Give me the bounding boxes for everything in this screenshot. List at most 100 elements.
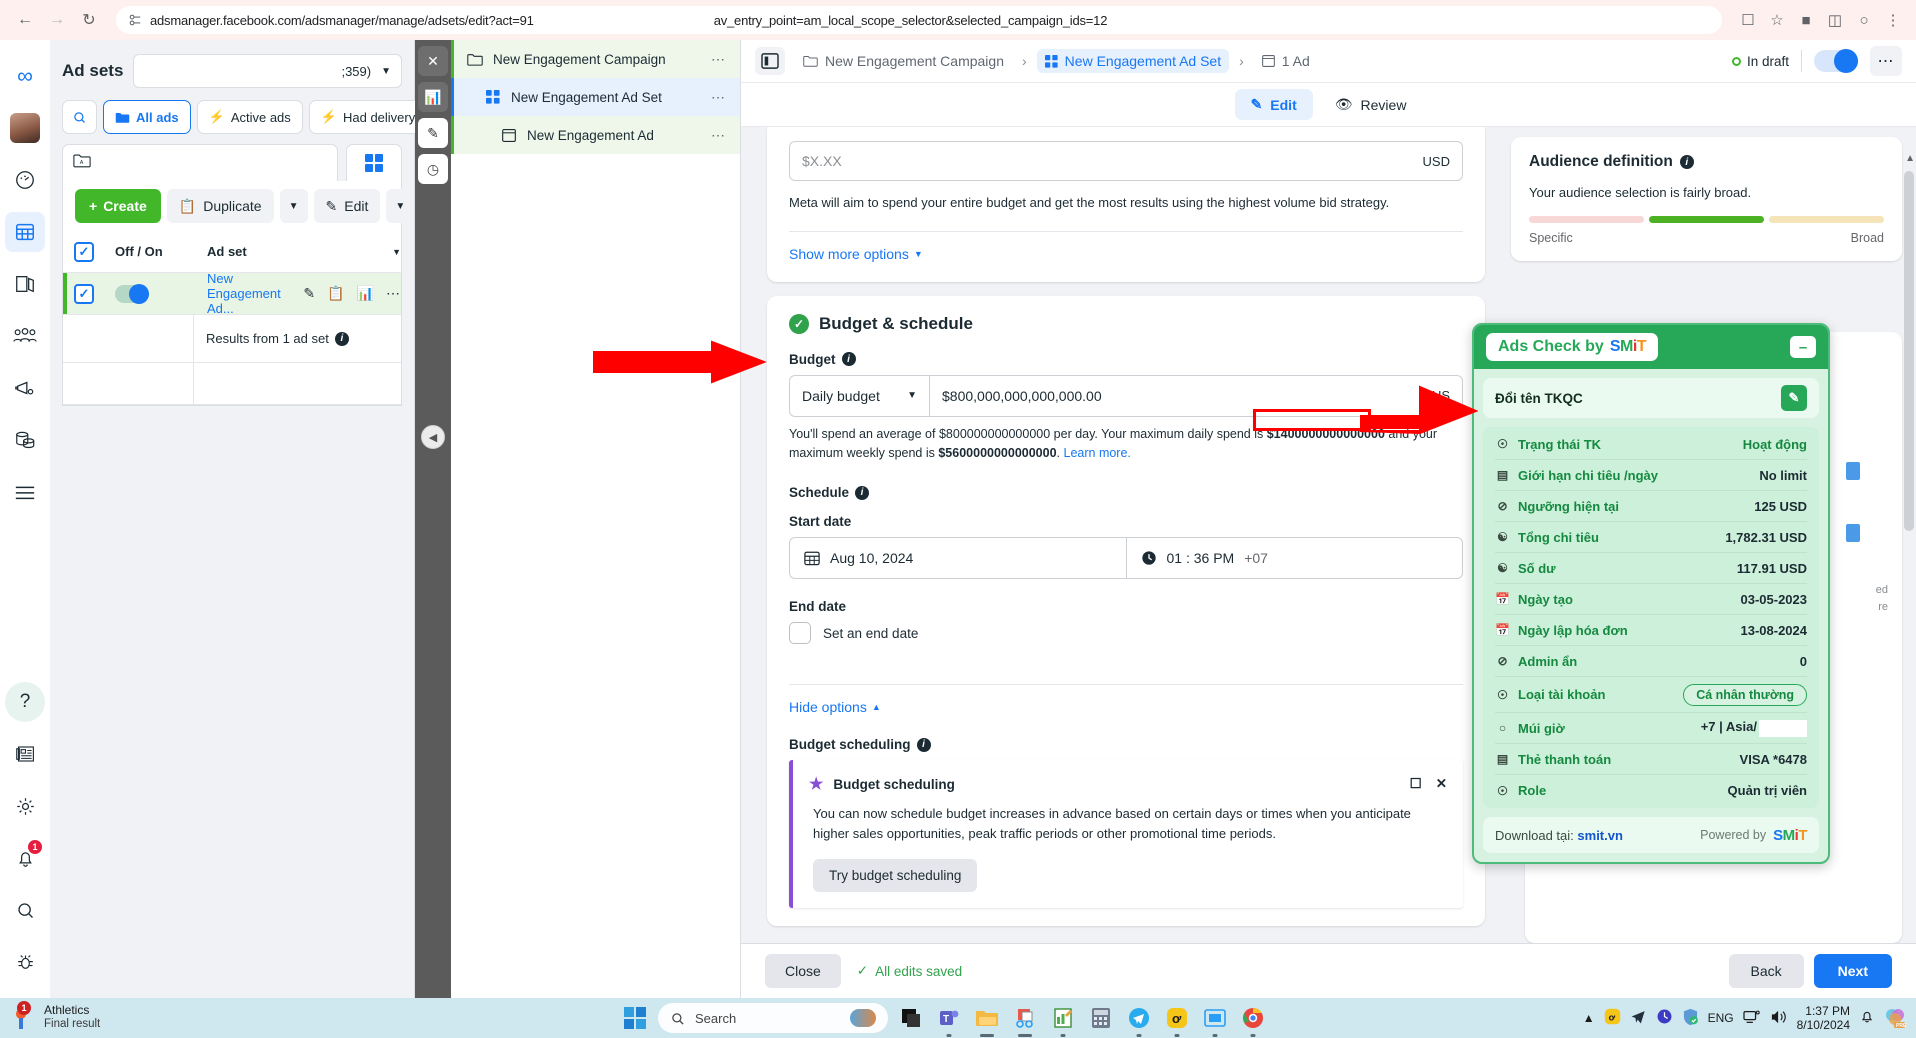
site-settings-icon[interactable]	[128, 13, 142, 27]
chart-icon[interactable]: 📊	[357, 285, 374, 302]
copy-icon[interactable]: 📋	[327, 285, 344, 302]
start-time-input[interactable]: 01 : 36 PM +07	[1125, 538, 1463, 579]
back-arrow-icon[interactable]: ←	[10, 5, 40, 35]
chrome-menu-icon[interactable]: ⋮	[1880, 7, 1906, 33]
taskbar-folder-icon[interactable]	[972, 1003, 1002, 1037]
profile-icon[interactable]: ○	[1851, 7, 1877, 33]
tray-telegram-icon[interactable]	[1630, 1008, 1647, 1028]
filter-all-ads[interactable]: All ads	[103, 100, 191, 134]
more-dots-icon[interactable]: ⋯	[711, 51, 726, 68]
row-toggle[interactable]	[105, 283, 195, 304]
start-date-input[interactable]: Aug 10, 2024	[790, 538, 1126, 578]
taskbar-telegram-icon[interactable]	[1124, 1003, 1154, 1037]
chevron-up-icon[interactable]: ▲	[1583, 1011, 1595, 1025]
tree-item-adset[interactable]: New Engagement Ad Set ⋯	[451, 78, 740, 116]
more-dots-icon[interactable]: ⋯	[711, 89, 726, 106]
extensions-puzzle-icon[interactable]: ■	[1793, 7, 1819, 33]
sidebar-item-ads-manager[interactable]	[5, 212, 45, 252]
newspaper-icon[interactable]	[5, 734, 45, 774]
meta-logo-icon[interactable]: ∞	[5, 56, 45, 96]
copilot-icon[interactable]: PRE	[1884, 1006, 1907, 1031]
folder-a-icon[interactable]: A	[73, 153, 91, 168]
close-button[interactable]: Close	[765, 954, 841, 988]
draft-toggle[interactable]	[1814, 49, 1858, 73]
sidebar-item-advertise[interactable]	[5, 368, 45, 408]
magnifier-icon[interactable]	[5, 890, 45, 930]
sidebar-item-performance[interactable]	[5, 160, 45, 200]
cast-icon[interactable]: ☐	[1735, 7, 1761, 33]
show-more-options-link[interactable]: Show more options ▼	[789, 246, 923, 262]
close-x-icon[interactable]: ✕	[1436, 776, 1447, 792]
shield-check-icon[interactable]	[1682, 1008, 1699, 1029]
url-bar[interactable]: adsmanager.facebook.com/adsmanager/manag…	[116, 6, 1722, 34]
more-dots-icon[interactable]: ⋯	[1870, 46, 1902, 76]
scroll-up-arrow-icon[interactable]: ▲	[1905, 153, 1915, 164]
question-mark-icon[interactable]: ?	[5, 682, 45, 722]
smit-download-link[interactable]: smit.vn	[1577, 828, 1623, 843]
more-dots-icon[interactable]: ⋯	[711, 127, 726, 144]
info-icon[interactable]: i	[1679, 155, 1694, 169]
budget-type-select[interactable]: Daily budget ▼	[790, 375, 930, 416]
editor-scrollbar[interactable]	[1904, 171, 1914, 531]
bookmark-star-icon[interactable]: ☆	[1764, 7, 1790, 33]
duplicate-dropdown[interactable]: ▼	[279, 189, 308, 223]
adset-name-link[interactable]: New Engagement Ad...	[207, 271, 291, 316]
taskbar-calculator-icon[interactable]	[1086, 1003, 1116, 1033]
sidebar-item-billing[interactable]	[5, 420, 45, 460]
taskbar-zalo-icon[interactable]: ơ	[1162, 1003, 1192, 1037]
tab-edit[interactable]: ✎ Edit	[1234, 89, 1313, 120]
sidebar-item-audiences[interactable]	[5, 316, 45, 356]
taskbar-note-edit-icon[interactable]	[1048, 1003, 1078, 1037]
grid-view-icon[interactable]	[346, 144, 402, 181]
table-row[interactable]: ✓ New Engagement Ad... ✎ 📋 📊 ⋯	[63, 271, 401, 316]
bug-icon[interactable]	[5, 942, 45, 982]
bell-icon[interactable]: 1	[5, 838, 45, 878]
taskbar-news-widget[interactable]: 1 Athletics Final result	[0, 1001, 620, 1033]
learn-more-link[interactable]: Learn more.	[1064, 444, 1131, 463]
taskbar-scissors-icon[interactable]	[1010, 1003, 1040, 1037]
edit-square-icon[interactable]: ✎	[1781, 385, 1807, 411]
bar-chart-icon[interactable]: 📊	[418, 82, 448, 112]
more-dots-icon[interactable]: ⋯	[386, 285, 401, 302]
try-budget-scheduling-button[interactable]: Try budget scheduling	[813, 858, 978, 892]
set-end-date-checkbox[interactable]	[789, 622, 811, 645]
search-input[interactable]: Search	[658, 1003, 888, 1033]
row-checkbox[interactable]: ✓	[63, 283, 105, 304]
feedback-icon[interactable]: ☐	[1410, 776, 1422, 792]
pencil-icon[interactable]: ✎	[303, 285, 315, 302]
tree-item-ad[interactable]: New Engagement Ad ⋯	[451, 116, 740, 154]
filter-active-ads[interactable]: ⚡ Active ads	[196, 100, 303, 134]
chevron-down-icon[interactable]: ▼	[392, 247, 401, 257]
tab-review[interactable]: 👁 Review	[1319, 89, 1423, 120]
campaign-select[interactable]: ;359) ▼	[133, 54, 402, 88]
edit-button[interactable]: ✎ Edit	[313, 189, 381, 223]
info-icon[interactable]: i	[916, 737, 931, 752]
breadcrumb-adset[interactable]: New Engagement Ad Set	[1036, 49, 1230, 73]
taskbar-clock[interactable]: 1:37 PM 8/10/2024	[1797, 1004, 1850, 1033]
clock-icon[interactable]: ◷	[418, 154, 448, 184]
gear-icon[interactable]	[5, 786, 45, 826]
windows-start-icon[interactable]	[620, 1003, 650, 1033]
taskbar-chrome-icon[interactable]	[1238, 1003, 1268, 1037]
taskbar-teams-icon[interactable]: T	[934, 1003, 964, 1037]
avatar[interactable]	[5, 108, 45, 148]
taskbar-window-icon[interactable]	[1200, 1003, 1230, 1037]
hide-options-link[interactable]: Hide options ▲	[789, 699, 881, 715]
info-icon[interactable]: i	[334, 331, 349, 346]
back-button[interactable]: Back	[1728, 954, 1804, 988]
language-indicator[interactable]: ENG	[1708, 1011, 1734, 1025]
split-icon[interactable]: ◫	[1822, 7, 1848, 33]
duplicate-button[interactable]: 📋 Duplicate	[166, 189, 274, 223]
minimize-icon[interactable]: –	[1790, 336, 1816, 358]
side-panel-icon[interactable]	[755, 47, 785, 75]
reload-icon[interactable]: ↻	[74, 5, 104, 35]
chevron-left-icon[interactable]: ◀	[421, 425, 445, 449]
create-button[interactable]: + Create	[75, 189, 161, 223]
tray-clock-icon[interactable]	[1656, 1008, 1673, 1028]
breadcrumb-campaign[interactable]: New Engagement Campaign	[795, 49, 1012, 73]
taskbar-app-dark-icon[interactable]	[896, 1003, 926, 1033]
end-date-checkbox-row[interactable]: Set an end date	[789, 622, 1463, 645]
info-icon[interactable]: i	[841, 352, 856, 366]
sidebar-item-all-tools[interactable]	[5, 472, 45, 512]
budget-amount-input[interactable]: $800,000,000,000,000.00 US	[930, 376, 1462, 416]
